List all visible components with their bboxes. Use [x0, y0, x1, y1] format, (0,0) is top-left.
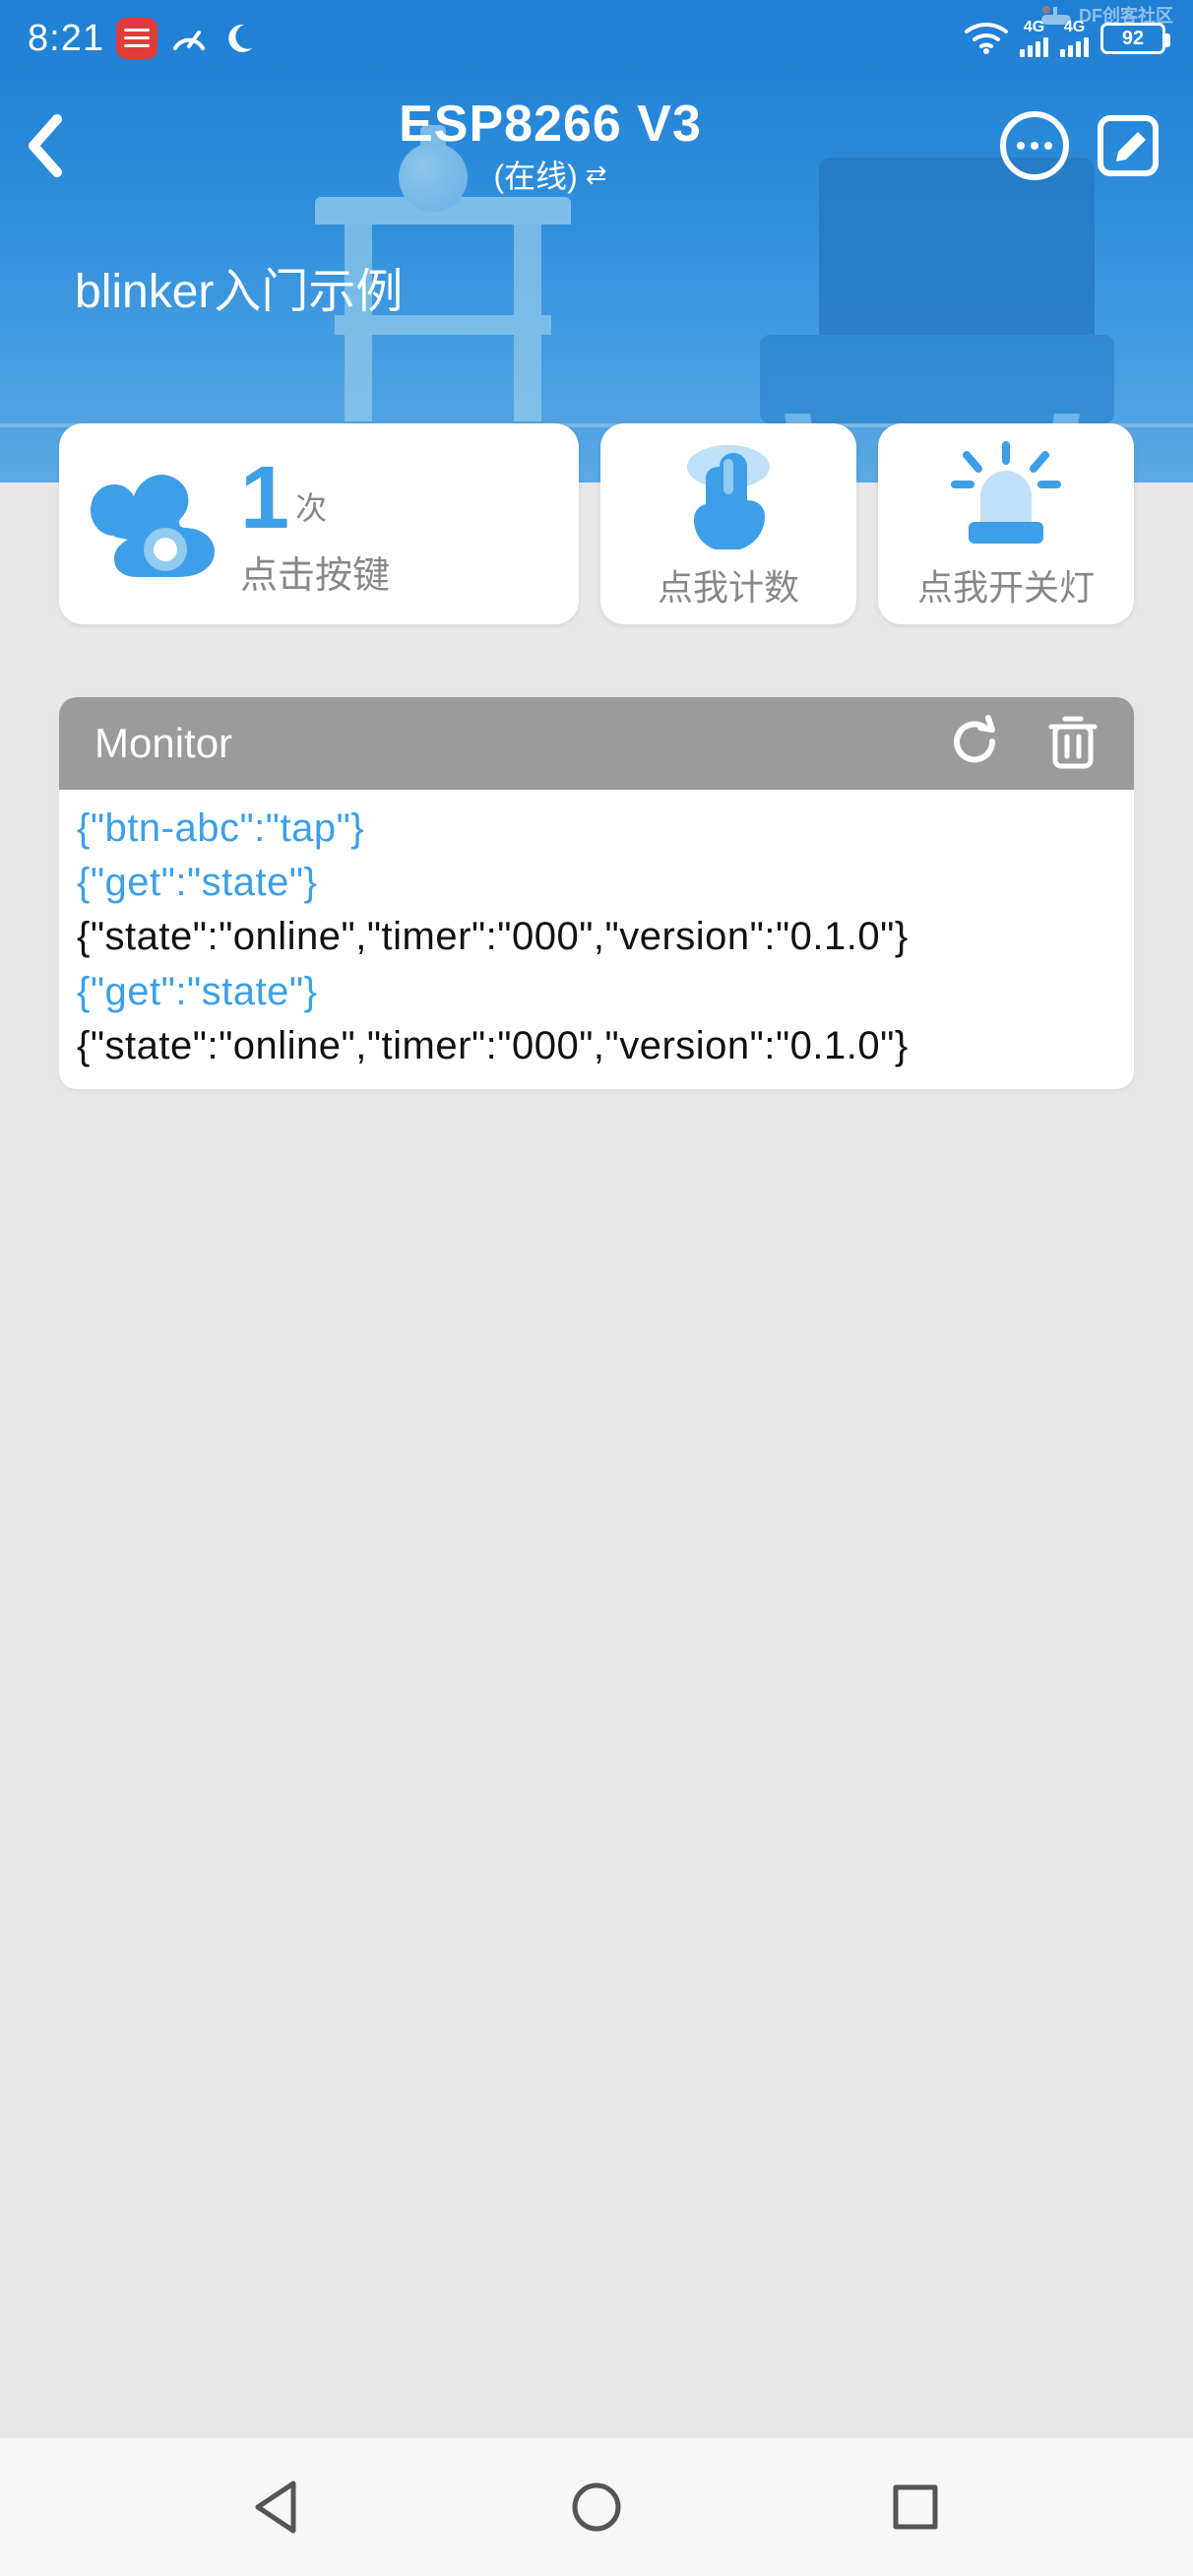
nav-home-button[interactable] [565, 2476, 628, 2539]
more-menu-button[interactable] [1000, 111, 1069, 180]
monitor-panel: Monitor {"btn-abc":"tap"}{"get":"state"}… [59, 697, 1134, 1089]
ellipsis-icon [1017, 142, 1052, 150]
refresh-button[interactable] [947, 714, 1002, 774]
ok-hand-icon [85, 467, 222, 585]
monitor-line: {"get":"state"} [77, 856, 1116, 910]
clear-trash-button[interactable] [1047, 713, 1099, 775]
nav-recents-button[interactable] [884, 2476, 947, 2539]
sync-arrows-icon: ⇄ [586, 160, 607, 190]
hero-area: DF创客社区 8:21 4G 4G 9 [0, 0, 1193, 483]
wifi-icon [965, 22, 1008, 55]
light-label: 点我开关灯 [917, 559, 1095, 611]
title-area: ESP8266 V3 (在线) ⇄ [399, 95, 702, 197]
counter-card[interactable]: 1 次 点击按键 [59, 423, 579, 624]
watermark-text: DF创客社区 [1079, 2, 1173, 28]
siren-light-icon [947, 441, 1065, 549]
light-card[interactable]: 点我开关灯 [878, 423, 1134, 624]
device-title: ESP8266 V3 [399, 95, 702, 154]
tap-card[interactable]: 点我计数 [600, 423, 856, 624]
tap-finger-icon [674, 441, 783, 549]
status-bar: 8:21 4G 4G 92 [0, 0, 1193, 67]
device-status: (在线) [493, 152, 577, 197]
android-nav-bar [0, 2438, 1193, 2576]
do-not-disturb-moon-icon [220, 21, 256, 56]
watermark: DF创客社区 [1039, 2, 1173, 28]
monitor-line: {"btn-abc":"tap"} [77, 802, 1116, 856]
tap-label: 点我计数 [658, 559, 799, 611]
status-clock: 8:21 [28, 18, 104, 60]
edit-button[interactable] [1095, 112, 1162, 179]
monitor-line: {"get":"state"} [77, 965, 1116, 1019]
monitor-line: {"state":"online","timer":"000","version… [77, 1019, 1116, 1073]
speedometer-icon [169, 19, 209, 58]
counter-unit: 次 [295, 483, 327, 529]
project-subtitle: blinker入门示例 [0, 197, 1193, 321]
monitor-log[interactable]: {"btn-abc":"tap"}{"get":"state"}{"state"… [59, 790, 1134, 1089]
monitor-title: Monitor [94, 720, 232, 767]
nav-back-button[interactable] [246, 2476, 309, 2539]
battery-percent: 92 [1122, 28, 1144, 50]
monitor-line: {"state":"online","timer":"000","version… [77, 910, 1116, 964]
notification-app-icon [116, 18, 157, 59]
back-button[interactable] [22, 111, 100, 180]
counter-label: 点击按键 [240, 545, 390, 599]
counter-value: 1 [240, 454, 289, 543]
